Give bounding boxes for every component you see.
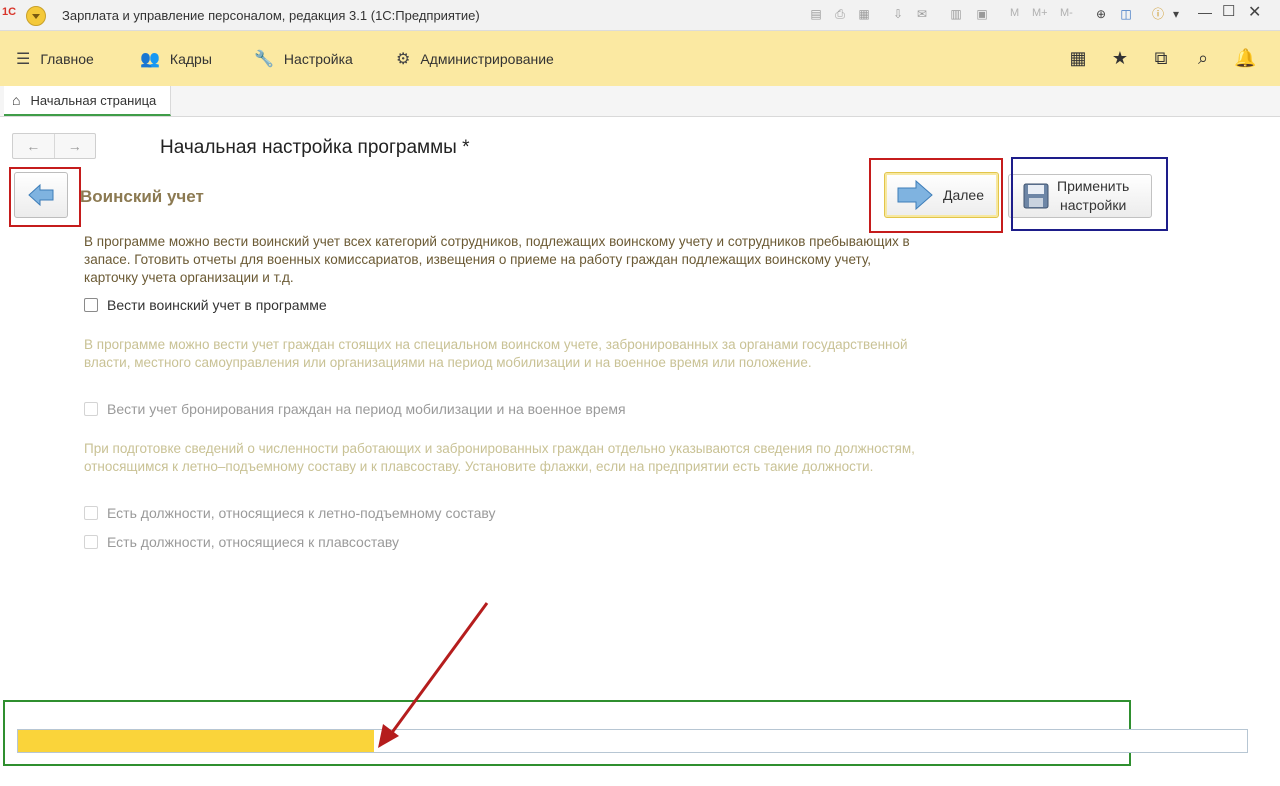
checkbox-box[interactable] bbox=[84, 506, 98, 520]
section-hr-label: Кадры bbox=[169, 50, 212, 67]
nav-back-icon[interactable]: ← bbox=[13, 134, 54, 158]
apps-grid-icon[interactable]: ▦ bbox=[1067, 47, 1089, 69]
preview-icon[interactable]: ▦ bbox=[856, 6, 872, 22]
section-settings-label: Настройка bbox=[283, 50, 353, 67]
tab-home-label: Начальная страница bbox=[30, 92, 157, 108]
close-button[interactable]: ✕ bbox=[1248, 2, 1261, 22]
save-icon[interactable]: ▤ bbox=[808, 6, 824, 22]
checkbox-military-accounting[interactable]: Вести воинский учет в программе bbox=[84, 297, 327, 313]
mail-icon[interactable]: ✉ bbox=[914, 6, 930, 22]
star-icon[interactable]: ★ bbox=[1109, 47, 1131, 69]
progress-bar-fill bbox=[18, 730, 375, 752]
annotation-arrow-icon bbox=[378, 602, 489, 748]
memory-m-button[interactable]: M bbox=[1010, 7, 1019, 19]
page-title: Начальная настройка программы * bbox=[160, 137, 470, 158]
zoom-icon[interactable]: ⊕ bbox=[1093, 6, 1109, 22]
download-icon[interactable]: ⇩ bbox=[890, 6, 906, 22]
bell-icon[interactable]: 🔔 bbox=[1234, 47, 1256, 69]
calendar-icon[interactable]: ▣ bbox=[974, 6, 990, 22]
section-admin-label: Администрирование bbox=[420, 50, 554, 67]
tabs-bar bbox=[0, 86, 1280, 117]
calculator-icon[interactable]: ▥ bbox=[948, 6, 964, 22]
hamburger-icon: ☰ bbox=[16, 50, 31, 68]
annotation-box-apply bbox=[1011, 157, 1168, 231]
description-military: В программе можно вести воинский учет вс… bbox=[84, 234, 910, 285]
checkbox-box[interactable] bbox=[84, 298, 98, 312]
print-icon[interactable]: ⎙ bbox=[832, 6, 848, 22]
main-menu-button[interactable] bbox=[26, 6, 46, 26]
annotation-box-back bbox=[9, 167, 81, 227]
info-icon[interactable]: ⓘ bbox=[1150, 6, 1166, 22]
description-reservation: В программе можно вести учет граждан сто… bbox=[84, 337, 908, 370]
section-main-label: Главное bbox=[40, 50, 94, 67]
checkbox-label: Есть должности, относящиеся к плавсостав… bbox=[107, 534, 400, 550]
checkbox-reservation[interactable]: Вести учет бронирования граждан на перио… bbox=[84, 401, 626, 417]
nav-buttons: ← → bbox=[12, 133, 96, 159]
tab-home[interactable]: ⌂ Начальная страница bbox=[4, 86, 172, 116]
search-icon[interactable]: ⌕ bbox=[1192, 47, 1214, 69]
panels-icon[interactable]: ◫ bbox=[1118, 6, 1134, 22]
nav-forward-icon[interactable]: → bbox=[53, 134, 96, 158]
history-icon[interactable]: ⧉ bbox=[1150, 47, 1172, 69]
checkbox-box[interactable] bbox=[84, 535, 98, 549]
memory-plus-button[interactable]: M+ bbox=[1032, 7, 1048, 19]
section-main[interactable]: ☰ Главное bbox=[16, 31, 94, 86]
section-title: Воинский учет bbox=[80, 187, 204, 206]
checkbox-box[interactable] bbox=[84, 402, 98, 416]
checkbox-label: Вести учет бронирования граждан на перио… bbox=[107, 401, 626, 417]
checkbox-label: Вести воинский учет в программе bbox=[107, 297, 327, 313]
people-icon: 👥 bbox=[140, 50, 160, 68]
gear-icon: ⚙ bbox=[396, 50, 411, 68]
section-admin[interactable]: ⚙ Администрирование bbox=[396, 31, 554, 86]
section-settings[interactable]: 🔧 Настройка bbox=[254, 31, 353, 86]
annotation-box-next bbox=[869, 158, 1003, 233]
section-hr[interactable]: 👥 Кадры bbox=[140, 31, 212, 86]
minimize-button[interactable]: — bbox=[1198, 4, 1212, 20]
memory-minus-button[interactable]: M- bbox=[1060, 7, 1073, 19]
chevron-down-icon[interactable]: ▾ bbox=[1168, 6, 1184, 22]
checkbox-label: Есть должности, относящиеся к летно-подъ… bbox=[107, 505, 496, 521]
home-icon: ⌂ bbox=[12, 92, 21, 108]
checkbox-flight-crew[interactable]: Есть должности, относящиеся к летно-подъ… bbox=[84, 505, 496, 521]
checkbox-ship-crew[interactable]: Есть должности, относящиеся к плавсостав… bbox=[84, 534, 399, 550]
wrench-icon: 🔧 bbox=[254, 50, 274, 68]
progress-bar bbox=[17, 729, 1248, 753]
window-title: Зарплата и управление персоналом, редакц… bbox=[62, 8, 480, 23]
app-logo: 1С bbox=[2, 6, 17, 18]
maximize-button[interactable]: ☐ bbox=[1222, 2, 1235, 20]
description-positions: При подготовке сведений о численности ра… bbox=[84, 441, 915, 474]
